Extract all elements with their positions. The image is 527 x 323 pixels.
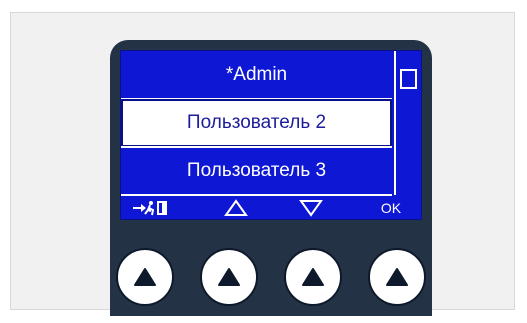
menu-item-label: Пользователь 3 (186, 160, 327, 181)
lcd-display: *Admin Пользователь 2 Пользователь 3 OK (120, 50, 422, 220)
triangle-up-filled-icon (134, 268, 156, 286)
triangle-up-outline-icon (224, 199, 248, 216)
user-menu-list: *Admin Пользователь 2 Пользователь 3 (121, 51, 392, 196)
scroll-thumb[interactable] (400, 69, 417, 89)
triangle-up-filled-icon (386, 268, 408, 286)
softkey-ok: OK (361, 197, 421, 219)
scrollbar[interactable] (394, 51, 421, 195)
softkey-button-4[interactable] (368, 248, 426, 306)
softkey-button-2[interactable] (200, 248, 258, 306)
softkey-button-1[interactable] (116, 248, 174, 306)
hardware-button-row (110, 246, 432, 316)
menu-item-label: Пользователь 2 (186, 112, 327, 133)
exit-door-icon (133, 201, 167, 216)
menu-item-user-2[interactable]: Пользователь 2 (121, 99, 392, 147)
triangle-up-filled-icon (218, 268, 240, 286)
triangle-up-filled-icon (302, 268, 324, 286)
menu-item-admin[interactable]: *Admin (121, 51, 392, 99)
triangle-down-outline-icon (299, 200, 323, 217)
softkey-ok-label: OK (380, 200, 402, 216)
control-panel: *Admin Пользователь 2 Пользователь 3 OK (110, 40, 432, 316)
menu-item-label: *Admin (225, 64, 288, 85)
menu-divider (121, 194, 392, 196)
menu-item-user-3[interactable]: Пользователь 3 (121, 147, 392, 195)
softkey-button-3[interactable] (284, 248, 342, 306)
softkey-bar: OK (121, 197, 421, 219)
softkey-down (281, 197, 341, 219)
softkey-up (206, 197, 266, 219)
softkey-exit (121, 197, 181, 219)
